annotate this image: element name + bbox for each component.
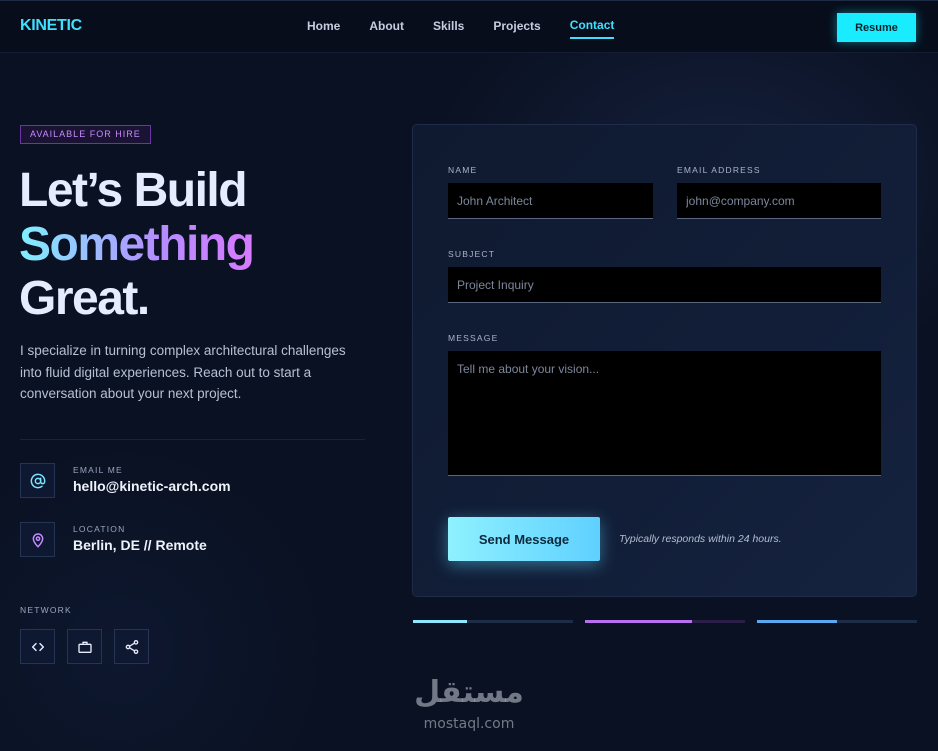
watermark-logo: مستقل bbox=[412, 675, 526, 711]
map-pin-icon bbox=[20, 522, 55, 557]
at-icon bbox=[20, 463, 55, 498]
email-label: EMAIL ME bbox=[73, 465, 123, 475]
subject-label: SUBJECT bbox=[448, 249, 496, 259]
watermark-url: mostaql.com bbox=[423, 716, 515, 732]
share-icon[interactable] bbox=[114, 629, 149, 664]
hero-line-3: Great. bbox=[19, 272, 150, 325]
contact-location: LOCATION Berlin, DE // Remote bbox=[20, 522, 280, 558]
email-value[interactable]: hello@kinetic-arch.com bbox=[73, 478, 231, 494]
top-nav: KINETIC Home About Skills Projects Conta… bbox=[0, 0, 938, 53]
progress-fill-2 bbox=[585, 620, 693, 623]
hero-line-2: Something bbox=[19, 218, 255, 271]
location-value: Berlin, DE // Remote bbox=[73, 537, 207, 553]
network-label: NETWORK bbox=[20, 605, 72, 615]
nav-link-contact[interactable]: Contact bbox=[569, 18, 615, 39]
nav-link-skills[interactable]: Skills bbox=[433, 19, 464, 39]
hero-heading: Let’s Build Something Great. bbox=[19, 164, 255, 326]
intro-text: I specialize in turning complex architec… bbox=[20, 343, 346, 401]
email-input[interactable] bbox=[677, 183, 881, 219]
contact-email: EMAIL ME hello@kinetic-arch.com bbox=[20, 463, 280, 499]
location-label: LOCATION bbox=[73, 524, 126, 534]
progress-fill-1 bbox=[413, 620, 468, 623]
send-message-button[interactable]: Send Message bbox=[448, 517, 600, 561]
message-textarea[interactable] bbox=[448, 351, 881, 476]
nav-links: Home About Skills Projects Contact bbox=[307, 18, 643, 39]
response-time-note: Typically responds within 24 hours. bbox=[619, 533, 782, 545]
progress-fill-3 bbox=[757, 620, 837, 623]
message-label: MESSAGE bbox=[448, 333, 499, 343]
subject-input[interactable] bbox=[448, 267, 881, 303]
name-input[interactable] bbox=[448, 183, 653, 219]
code-icon[interactable] bbox=[20, 629, 55, 664]
briefcase-icon[interactable] bbox=[67, 629, 102, 664]
nav-link-projects[interactable]: Projects bbox=[493, 19, 540, 39]
nav-link-about[interactable]: About bbox=[369, 19, 404, 39]
email-address-label: EMAIL ADDRESS bbox=[677, 165, 761, 175]
resume-button[interactable]: Resume bbox=[837, 13, 916, 42]
nav-link-home[interactable]: Home bbox=[307, 19, 340, 39]
progress-bar-1 bbox=[413, 620, 573, 623]
hero-line-1: Let’s Build bbox=[19, 164, 248, 217]
progress-bar-2 bbox=[585, 620, 745, 623]
divider bbox=[20, 439, 365, 440]
availability-badge: AVAILABLE FOR HIRE bbox=[20, 125, 151, 144]
brand-logo[interactable]: KINETIC bbox=[20, 17, 82, 35]
watermark-arabic: مستقل bbox=[414, 675, 524, 710]
name-label: NAME bbox=[448, 165, 478, 175]
progress-bar-3 bbox=[757, 620, 917, 623]
